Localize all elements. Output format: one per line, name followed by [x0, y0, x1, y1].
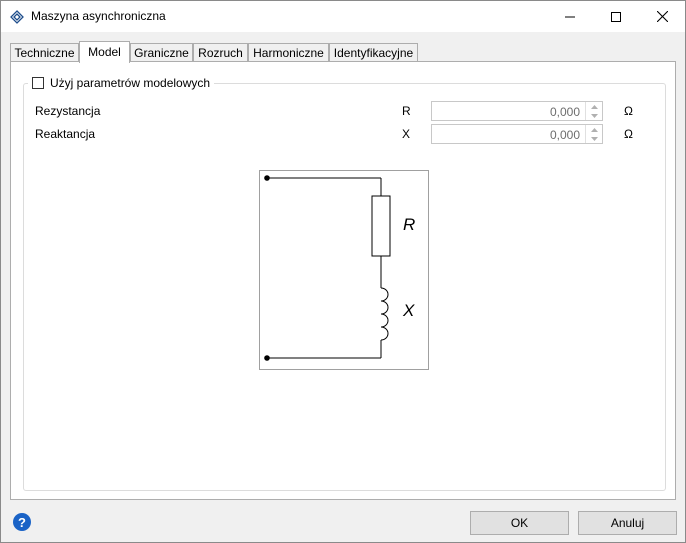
reactance-spinner[interactable] [585, 125, 602, 143]
reactance-label: Reaktancja [35, 127, 96, 141]
help-icon[interactable]: ? [13, 513, 31, 531]
checkbox-label: Użyj parametrów modelowych [50, 76, 211, 90]
spin-up-icon[interactable] [586, 102, 602, 111]
inductor-symbol [380, 287, 389, 341]
terminal-top [264, 175, 270, 181]
window-title: Maszyna asynchroniczna [31, 9, 166, 23]
resistance-input[interactable]: 0,000 [431, 101, 603, 121]
close-button[interactable] [639, 1, 685, 32]
checkbox-box[interactable] [32, 77, 44, 89]
tab-techniczne[interactable]: Techniczne [10, 43, 79, 61]
spin-down-icon[interactable] [586, 111, 602, 120]
diagram-x-label: X [402, 301, 415, 320]
minimize-icon [565, 16, 575, 17]
reactance-input[interactable]: 0,000 [431, 124, 603, 144]
maximize-icon [611, 11, 621, 22]
resistor-symbol [371, 195, 391, 257]
spin-up-icon[interactable] [586, 125, 602, 134]
tab-rozruch[interactable]: Rozruch [193, 43, 248, 61]
equivalent-circuit-diagram: R X [259, 170, 429, 370]
resistance-spinner[interactable] [585, 102, 602, 120]
tab-panel-model: Użyj parametrów modelowych Rezystancja R… [10, 61, 676, 500]
diagram-r-label: R [403, 215, 415, 234]
tab-model[interactable]: Model [79, 41, 130, 63]
reactance-row: Reaktancja X 0,000 Ω [35, 124, 655, 146]
resistance-row: Rezystancja R 0,000 Ω [35, 101, 655, 123]
maximize-button[interactable] [593, 1, 639, 32]
tab-graniczne[interactable]: Graniczne [130, 43, 193, 61]
tab-harmoniczne[interactable]: Harmoniczne [248, 43, 329, 61]
spin-down-icon[interactable] [586, 134, 602, 143]
title-bar: Maszyna asynchroniczna [1, 1, 685, 32]
terminal-bottom [264, 355, 270, 361]
ok-button[interactable]: OK [470, 511, 569, 535]
reactance-symbol: X [402, 127, 411, 141]
close-icon [656, 11, 668, 22]
dialog-window: Maszyna asynchroniczna Techniczne Model … [0, 0, 686, 543]
reactance-unit: Ω [624, 127, 633, 141]
use-model-params-checkbox[interactable]: Użyj parametrów modelowych [28, 75, 215, 91]
resistance-label: Rezystancja [35, 104, 101, 118]
tab-identyfikacyjne[interactable]: Identyfikacyjne [329, 43, 418, 61]
minimize-button[interactable] [547, 1, 593, 32]
resistance-symbol: R [402, 104, 411, 118]
resistance-unit: Ω [624, 104, 633, 118]
cancel-button[interactable]: Anuluj [578, 511, 677, 535]
reactance-value: 0,000 [549, 128, 580, 142]
diamond-app-icon [10, 10, 24, 24]
circuit-wires [267, 177, 391, 359]
resistance-value: 0,000 [549, 105, 580, 119]
